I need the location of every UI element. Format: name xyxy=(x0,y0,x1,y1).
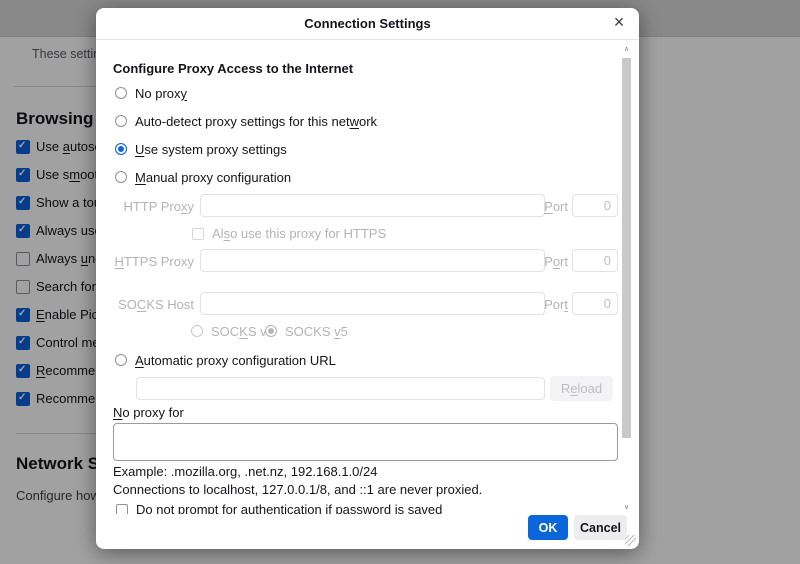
radio-button[interactable] xyxy=(191,325,203,337)
checkbox-row-also-use-for-https[interactable]: Also use this proxy for HTTPS xyxy=(192,227,386,240)
localhost-note-text: Connections to localhost, 127.0.0.1/8, a… xyxy=(113,482,482,497)
http-proxy-label: HTTP Proxy xyxy=(96,199,194,214)
radio-button[interactable] xyxy=(115,171,127,183)
radio-button[interactable] xyxy=(115,115,127,127)
proxy-url-input[interactable] xyxy=(136,377,545,400)
dialog-header: Connection Settings × xyxy=(96,8,639,40)
radio-button[interactable] xyxy=(115,354,127,366)
socks-host-label: SOCKS Host xyxy=(96,297,194,312)
chevron-up-icon[interactable]: ∧ xyxy=(622,44,631,56)
socks-port-label: Port xyxy=(526,297,568,312)
no-proxy-for-label: No proxy for xyxy=(113,405,184,420)
chevron-down-icon[interactable]: ∨ xyxy=(622,502,631,514)
radio-row-socks-v4[interactable]: SOCKS v4 xyxy=(191,324,274,338)
radio-row-use-system-proxy[interactable]: Use system proxy settings xyxy=(115,142,287,156)
checkbox[interactable] xyxy=(116,504,128,515)
checkbox-label: Also use this proxy for HTTPS xyxy=(212,226,386,241)
radio-label: Automatic proxy configuration URL xyxy=(135,353,336,368)
http-port-label: Port xyxy=(526,199,568,214)
reload-button[interactable]: Reload xyxy=(550,376,613,401)
checkbox-label: Do not prompt for authentication if pass… xyxy=(136,502,442,514)
https-port-input[interactable] xyxy=(572,249,618,272)
dialog-scroll-area: Configure Proxy Access to the Internet N… xyxy=(96,40,620,514)
http-port-input[interactable] xyxy=(572,194,618,217)
dialog-title: Connection Settings xyxy=(96,8,639,39)
scrollbar[interactable]: ∧ ∨ xyxy=(622,44,631,514)
proxy-config-heading: Configure Proxy Access to the Internet xyxy=(113,61,353,76)
radio-label: Manual proxy configuration xyxy=(135,170,291,185)
radio-label: Use system proxy settings xyxy=(135,142,287,157)
radio-row-no-proxy[interactable]: No proxy xyxy=(115,86,187,100)
no-proxy-example-text: Example: .mozilla.org, .net.nz, 192.168.… xyxy=(113,464,378,479)
https-proxy-input[interactable] xyxy=(200,249,545,272)
close-icon[interactable]: × xyxy=(609,13,629,33)
radio-label: Auto-detect proxy settings for this netw… xyxy=(135,114,377,129)
radio-row-auto-detect-proxy[interactable]: Auto-detect proxy settings for this netw… xyxy=(115,114,377,128)
socks-host-input[interactable] xyxy=(200,292,545,315)
connection-settings-dialog: Connection Settings × Configure Proxy Ac… xyxy=(96,8,639,549)
no-proxy-for-textarea[interactable] xyxy=(113,423,618,461)
https-proxy-label: HTTPS Proxy xyxy=(96,254,194,269)
http-proxy-input[interactable] xyxy=(200,194,545,217)
radio-row-manual-proxy[interactable]: Manual proxy configuration xyxy=(115,170,291,184)
scrollbar-thumb[interactable] xyxy=(622,58,631,438)
cancel-button[interactable]: Cancel xyxy=(574,515,627,540)
ok-button[interactable]: OK xyxy=(528,515,568,540)
screen: These settings a Browsing Use autoscrol … xyxy=(0,0,800,564)
radio-label: No proxy xyxy=(135,86,187,101)
radio-row-automatic-proxy-url[interactable]: Automatic proxy configuration URL xyxy=(115,353,336,367)
https-port-label: Port xyxy=(526,254,568,269)
radio-button[interactable] xyxy=(115,87,127,99)
socks-port-input[interactable] xyxy=(572,292,618,315)
radio-row-socks-v5[interactable]: SOCKS v5 xyxy=(265,324,348,338)
radio-button[interactable] xyxy=(115,143,127,155)
resize-grip[interactable] xyxy=(625,535,636,546)
checkbox-row-do-not-prompt[interactable]: Do not prompt for authentication if pass… xyxy=(116,503,442,514)
checkbox[interactable] xyxy=(192,228,204,240)
radio-button[interactable] xyxy=(265,325,277,337)
radio-label: SOCKS v5 xyxy=(285,324,348,339)
